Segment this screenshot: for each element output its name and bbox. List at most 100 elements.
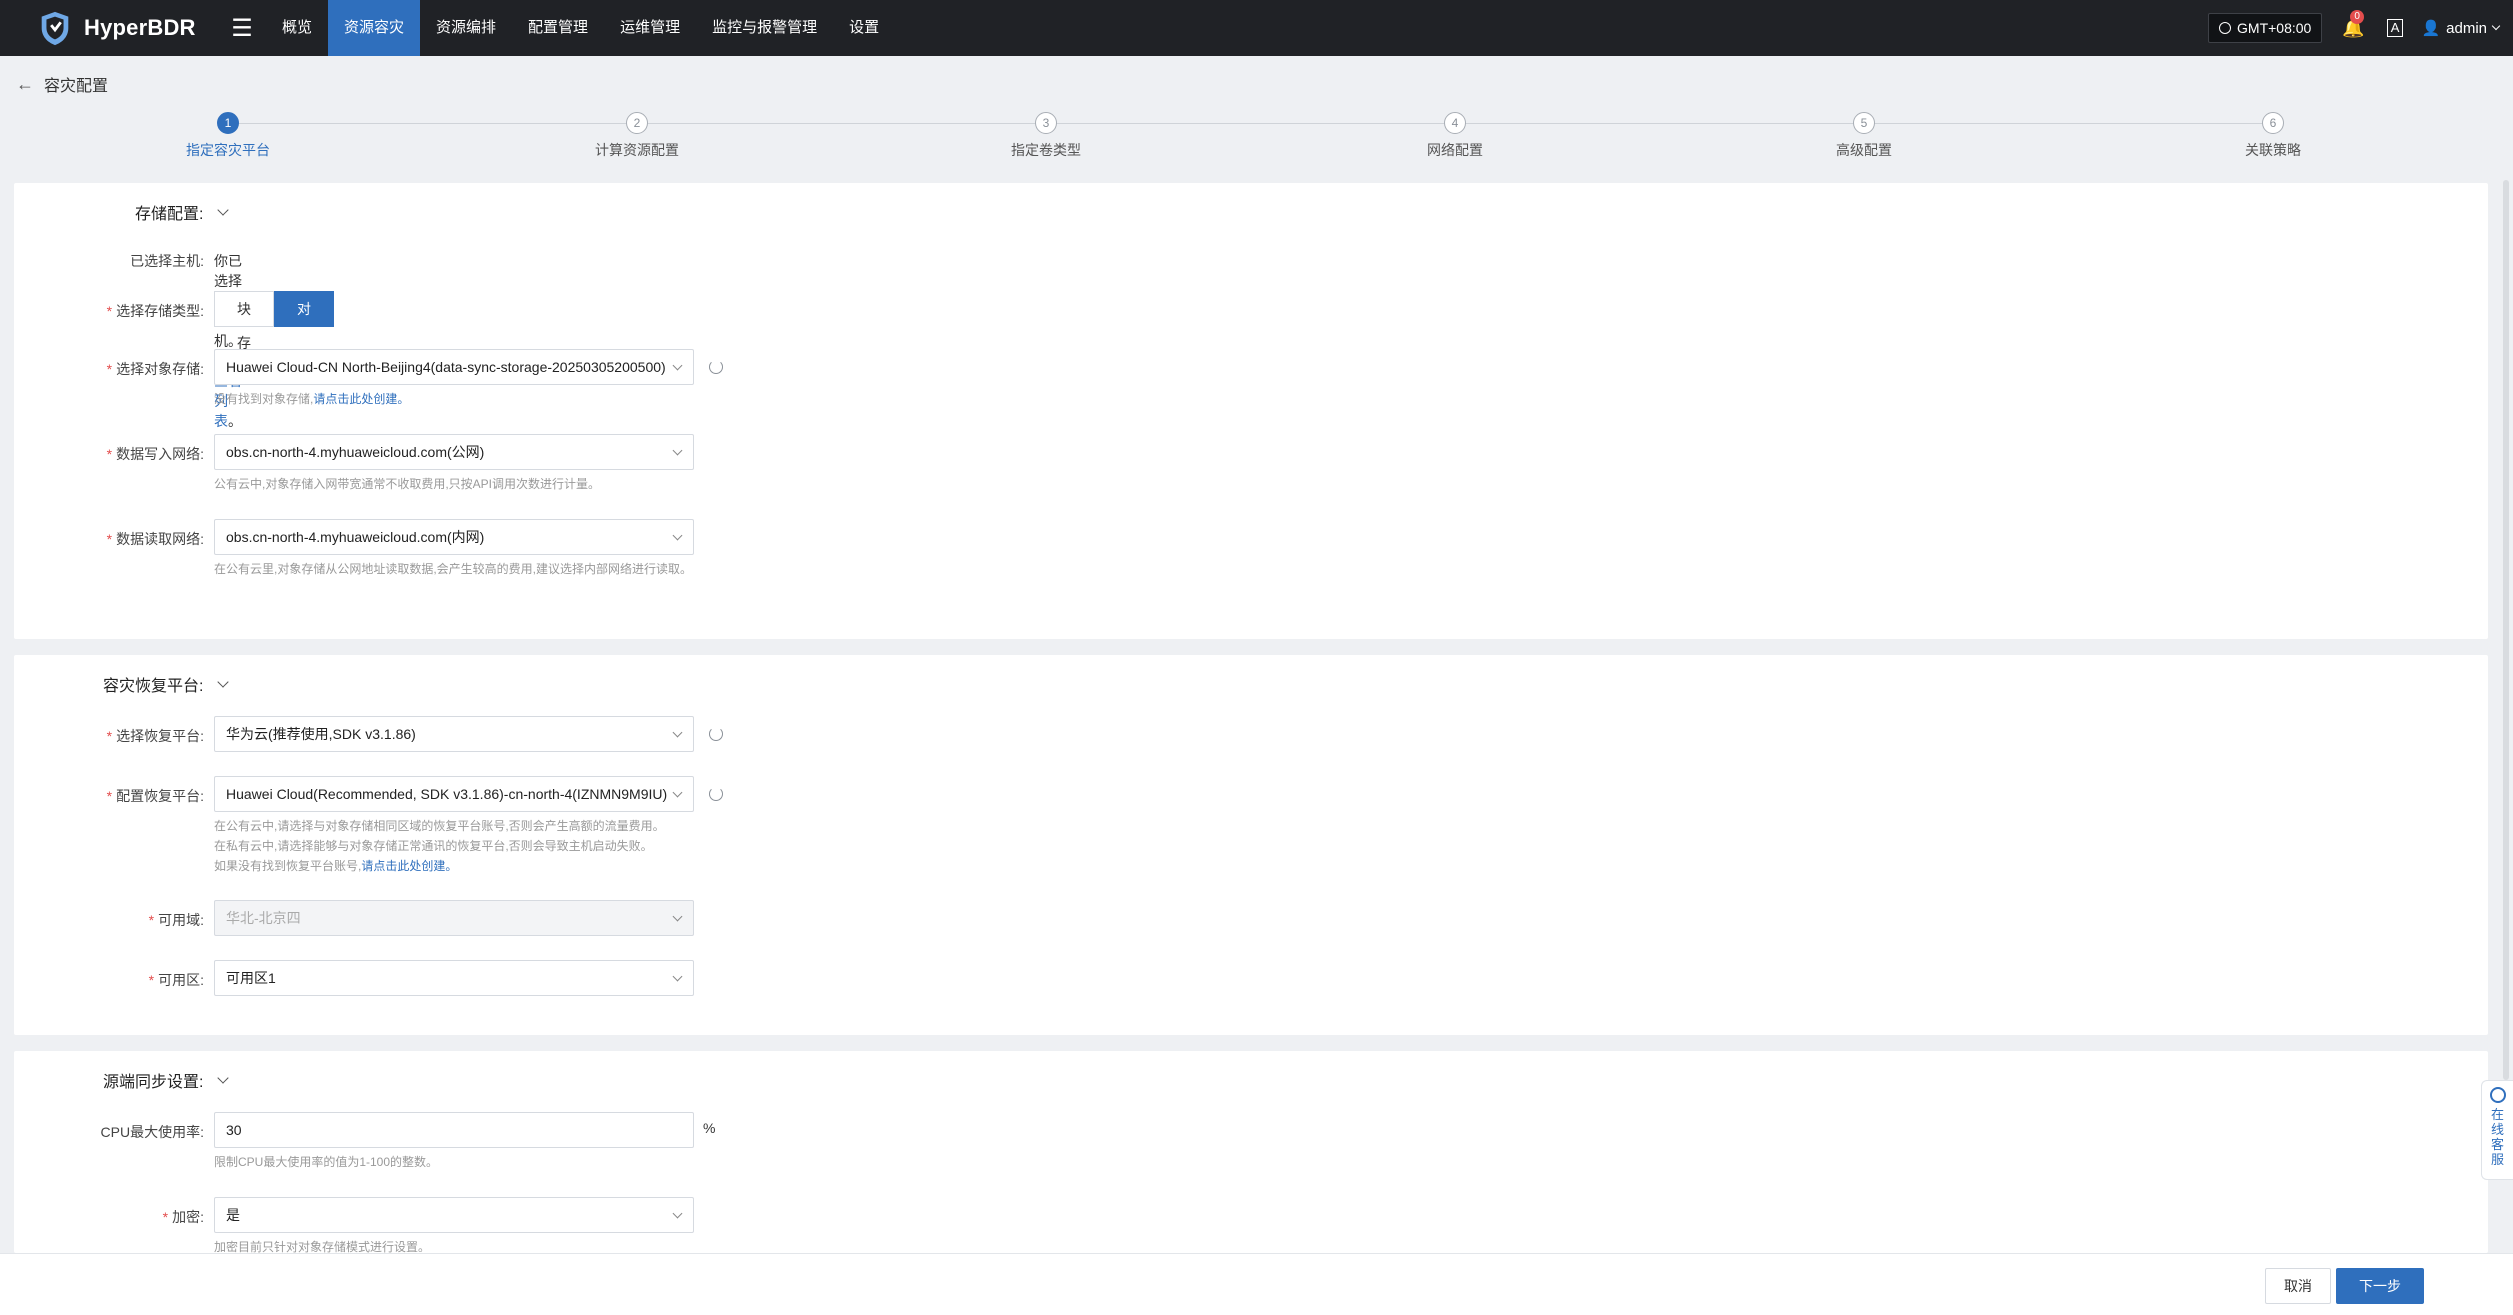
source-sync-section-header[interactable]: 源端同步设置: bbox=[103, 1068, 230, 1092]
back-arrow-icon[interactable]: ← bbox=[16, 74, 34, 95]
wizard-steps: 1 指定容灾平台 2 计算资源配置 3 指定卷类型 4 网络配置 5 高级配置 … bbox=[0, 110, 2513, 164]
chevron-down-icon bbox=[672, 787, 683, 798]
read-network-hint: 在公有云里,对象存储从公网地址读取数据,会产生较高的费用,建议选择内部网络进行读… bbox=[214, 562, 693, 576]
step-label: 关联策略 bbox=[2245, 142, 2301, 158]
step-label: 指定卷类型 bbox=[1011, 142, 1081, 158]
recovery-platform-value: 华为云(推荐使用,SDK v3.1.86) bbox=[226, 726, 416, 742]
config-platform-label: * 配置恢复平台: bbox=[106, 788, 204, 804]
region-label: * 可用域: bbox=[148, 912, 204, 928]
step-number: 4 bbox=[1444, 112, 1466, 134]
region-select: 华北-北京四 bbox=[214, 900, 694, 936]
zone-label: * 可用区: bbox=[148, 972, 204, 988]
object-storage-field: Huawei Cloud-CN North-Beijing4(data-sync… bbox=[214, 349, 704, 409]
nav-item-orchestration[interactable]: 资源编排 bbox=[420, 0, 512, 56]
zone-label-text: 可用区: bbox=[158, 972, 204, 988]
menu-toggle-icon[interactable]: ☰ bbox=[218, 0, 266, 56]
create-object-storage-link[interactable]: 请点击此处创建。 bbox=[313, 392, 409, 406]
cancel-button[interactable]: 取消 bbox=[2265, 1268, 2331, 1304]
region-field: 华北-北京四 bbox=[214, 900, 694, 936]
main-nav: 概览 资源容灾 资源编排 配置管理 运维管理 监控与报警管理 设置 bbox=[266, 0, 895, 56]
write-network-label-text: 数据写入网络: bbox=[116, 446, 204, 462]
timezone-label: GMT+08:00 bbox=[2237, 20, 2312, 36]
create-recovery-account-link[interactable]: 请点击此处创建。 bbox=[361, 859, 457, 873]
nav-item-settings[interactable]: 设置 bbox=[833, 0, 895, 56]
chevron-down-icon bbox=[672, 360, 683, 371]
write-network-select[interactable]: obs.cn-north-4.myhuaweicloud.com(公网) bbox=[214, 434, 694, 470]
language-icon[interactable]: A bbox=[2386, 19, 2404, 37]
steps-track-line bbox=[228, 123, 2272, 124]
object-storage-label: * 选择对象存储: bbox=[106, 361, 204, 377]
block-storage-option[interactable]: 块存储 bbox=[214, 291, 274, 385]
nav-item-resource-dr[interactable]: 资源容灾 bbox=[328, 0, 421, 56]
step-6: 6 关联策略 bbox=[2173, 110, 2373, 160]
online-service-widget[interactable]: 在线客服 bbox=[2481, 1080, 2513, 1180]
step-2: 2 计算资源配置 bbox=[537, 110, 737, 160]
next-step-button[interactable]: 下一步 bbox=[2336, 1268, 2424, 1304]
user-name: admin bbox=[2446, 19, 2487, 37]
headset-icon bbox=[2489, 1087, 2506, 1103]
config-hint-line-1: 在公有云中,请选择与对象存储相同区域的恢复平台账号,否则会产生高额的流量费用。 bbox=[214, 819, 665, 833]
recovery-platform-card: 容灾恢复平台: * 选择恢复平台: 华为云(推荐使用,SDK v3.1.86) *… bbox=[14, 655, 2488, 1035]
refresh-icon[interactable] bbox=[709, 727, 723, 741]
step-number: 5 bbox=[1853, 112, 1875, 134]
step-label: 计算资源配置 bbox=[595, 142, 679, 158]
top-navbar: HyperBDR ☰ 概览 资源容灾 资源编排 配置管理 运维管理 监控与报警管… bbox=[0, 0, 2513, 56]
recovery-platform-field: 华为云(推荐使用,SDK v3.1.86) bbox=[214, 716, 694, 752]
selected-host-label: 已选择主机: bbox=[130, 253, 204, 269]
encrypt-label-text: 加密: bbox=[172, 1209, 204, 1225]
clock-icon bbox=[2219, 22, 2232, 34]
nav-item-monitor[interactable]: 监控与报警管理 bbox=[696, 0, 833, 56]
storage-type-label: * 选择存储类型: bbox=[106, 303, 204, 319]
page-scrollbar[interactable] bbox=[2503, 180, 2509, 1080]
nav-item-ops[interactable]: 运维管理 bbox=[604, 0, 696, 56]
recovery-platform-label: * 选择恢复平台: bbox=[106, 728, 204, 744]
region-value: 华北-北京四 bbox=[226, 910, 301, 926]
config-platform-value: Huawei Cloud(Recommended, SDK v3.1.86)-c… bbox=[226, 786, 668, 802]
cpu-limit-label: CPU最大使用率: bbox=[100, 1124, 204, 1140]
chevron-down-icon bbox=[217, 204, 230, 216]
recovery-section-header[interactable]: 容灾恢复平台: bbox=[103, 672, 230, 696]
encrypt-hint: 加密目前只针对对象存储模式进行设置。 bbox=[214, 1240, 431, 1253]
read-network-select[interactable]: obs.cn-north-4.myhuaweicloud.com(内网) bbox=[214, 519, 694, 555]
config-hint-line-2: 在私有云中,请选择能够与对象存储正常通讯的恢复平台,否则会导致主机启动失败。 bbox=[214, 839, 653, 853]
footer-action-bar: 取消 下一步 bbox=[0, 1253, 2513, 1315]
chevron-down-icon bbox=[2491, 21, 2501, 31]
step-number: 1 bbox=[217, 112, 239, 134]
nav-item-overview[interactable]: 概览 bbox=[266, 0, 328, 56]
refresh-icon[interactable] bbox=[709, 360, 723, 374]
config-platform-field: Huawei Cloud(Recommended, SDK v3.1.86)-c… bbox=[214, 776, 704, 876]
config-platform-select[interactable]: Huawei Cloud(Recommended, SDK v3.1.86)-c… bbox=[214, 776, 694, 812]
shield-logo-icon bbox=[41, 11, 69, 46]
config-hint-line-3: 如果没有找到恢复平台账号, bbox=[214, 859, 362, 873]
encrypt-value: 是 bbox=[226, 1207, 240, 1223]
recovery-platform-select[interactable]: 华为云(推荐使用,SDK v3.1.86) bbox=[214, 716, 694, 752]
storage-section-header[interactable]: 存储配置: bbox=[135, 200, 230, 224]
cpu-limit-field: 30 限制CPU最大使用率的值为1-100的整数。 bbox=[214, 1112, 704, 1172]
config-platform-hint: 在公有云中,请选择与对象存储相同区域的恢复平台账号,否则会产生高额的流量费用。 … bbox=[214, 816, 704, 876]
notification-bell-icon[interactable]: 🔔 0 bbox=[2342, 9, 2365, 39]
chevron-down-icon bbox=[672, 1208, 683, 1219]
step-1: 1 指定容灾平台 bbox=[128, 110, 328, 160]
read-network-label: * 数据读取网络: bbox=[106, 531, 204, 547]
step-number: 2 bbox=[626, 112, 648, 134]
object-storage-select[interactable]: Huawei Cloud-CN North-Beijing4(data-sync… bbox=[214, 349, 694, 385]
write-network-field: obs.cn-north-4.myhuaweicloud.com(公网) 公有云… bbox=[214, 434, 704, 494]
page-header: ← 容灾配置 bbox=[16, 72, 108, 96]
write-network-value: obs.cn-north-4.myhuaweicloud.com(公网) bbox=[226, 444, 485, 460]
cpu-limit-input[interactable]: 30 bbox=[214, 1112, 694, 1148]
app-logo[interactable]: HyperBDR bbox=[36, 9, 206, 47]
refresh-icon[interactable] bbox=[709, 787, 723, 801]
source-sync-card: 源端同步设置: CPU最大使用率: 30 限制CPU最大使用率的值为1-100的… bbox=[14, 1051, 2488, 1253]
chevron-down-icon bbox=[672, 911, 683, 922]
config-platform-label-text: 配置恢复平台: bbox=[116, 788, 204, 804]
step-3: 3 指定卷类型 bbox=[946, 110, 1146, 160]
zone-select[interactable]: 可用区1 bbox=[214, 960, 694, 996]
object-storage-option[interactable]: 对象存储 bbox=[274, 291, 334, 419]
user-menu[interactable]: 👤 admin bbox=[2421, 19, 2501, 37]
nav-item-config[interactable]: 配置管理 bbox=[512, 0, 604, 56]
write-network-hint: 公有云中,对象存储入网带宽通常不收取费用,只按API调用次数进行计量。 bbox=[214, 477, 601, 491]
read-network-field: obs.cn-north-4.myhuaweicloud.com(内网) 在公有… bbox=[214, 519, 704, 579]
timezone-button[interactable]: GMT+08:00 bbox=[2208, 13, 2323, 43]
step-number: 3 bbox=[1035, 112, 1057, 134]
encrypt-select[interactable]: 是 bbox=[214, 1197, 694, 1233]
